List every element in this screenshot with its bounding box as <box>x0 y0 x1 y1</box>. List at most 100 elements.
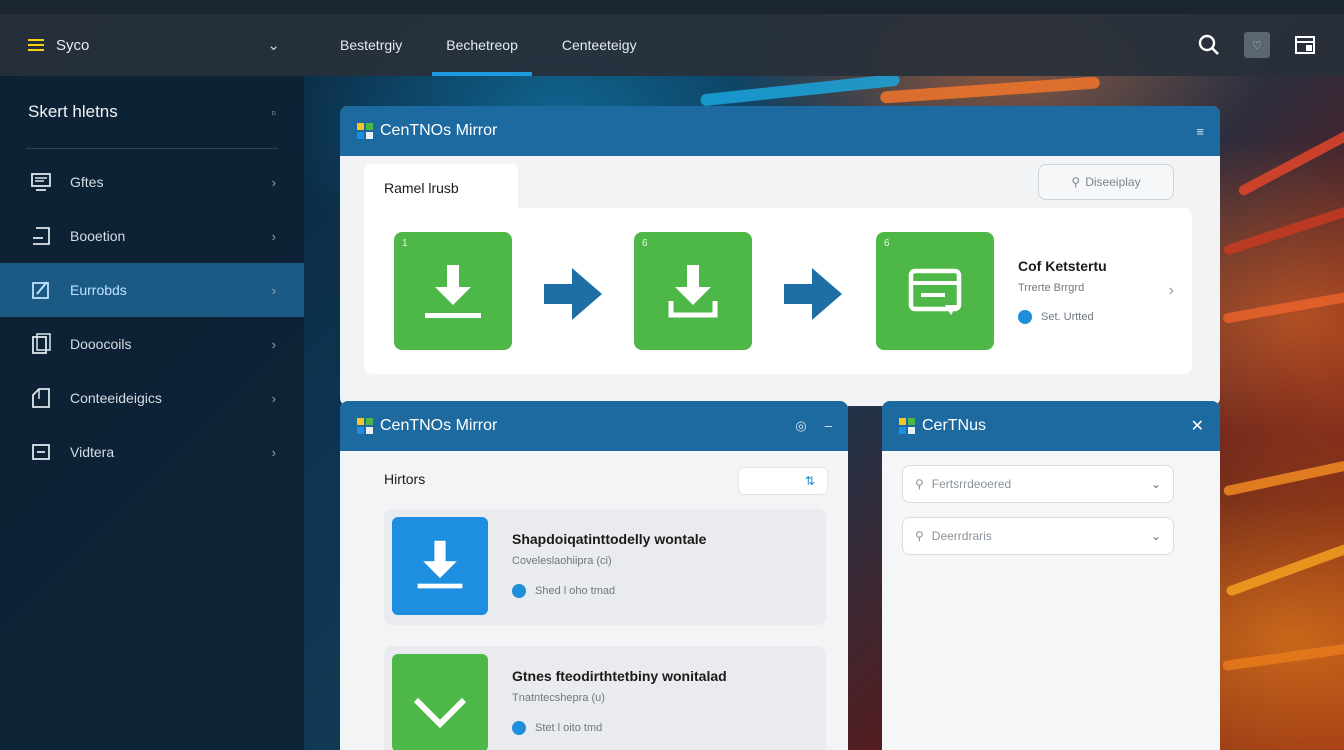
panel-header: CenTNOs Mirror ◎ – <box>340 401 848 451</box>
sidebar-item-label: Gftes <box>70 174 104 190</box>
status-dot-icon <box>1018 310 1032 324</box>
chevron-right-icon[interactable]: › <box>1169 282 1174 300</box>
display-search-button[interactable]: ⚲ Diseeiplay <box>1038 164 1174 200</box>
chevron-right-icon: › <box>271 336 276 352</box>
minimize-icon[interactable]: – <box>825 418 832 434</box>
search-dropdown[interactable]: ⚲ Fertsrrdeoered ⌄ <box>902 465 1174 503</box>
documents-icon <box>30 333 52 355</box>
chevron-down-icon: ⌄ <box>1150 477 1161 491</box>
sidebar-divider <box>26 148 278 149</box>
edit-icon <box>30 279 52 301</box>
hamburger-menu-icon[interactable] <box>28 39 44 51</box>
step-number: 6 <box>884 238 890 249</box>
search-button-label: Diseeiplay <box>1085 175 1141 189</box>
centos-filter-panel: CerTNus ✕ ⚲ Fertsrrdeoered ⌄ ⚲ Deerrdrar… <box>882 401 1220 750</box>
panel-title: CerTNus <box>922 417 987 434</box>
window-icon <box>908 268 962 315</box>
item-status: Shed l oho tmad <box>512 584 615 598</box>
mirror-list-panel: CenTNOs Mirror ◎ – Hirtors ⇅ Shapdoiqati… <box>340 401 848 750</box>
folder-icon <box>30 387 52 409</box>
workflow-step-3[interactable]: 6 <box>876 232 994 350</box>
brand-label: Syco <box>56 36 90 54</box>
sidebar-item-label: Booetion <box>70 228 126 244</box>
final-step-title: Cof Ketstertu <box>1018 258 1107 274</box>
window-top-strip <box>0 0 1344 14</box>
top-navigation-bar: Syco ⌄ Bestetrgiy Bechetreop Centeeteigy… <box>0 14 1344 76</box>
item-title: Gtnes fteodirthtetbiny wonitalad <box>512 668 727 684</box>
search-icon[interactable] <box>1196 32 1222 58</box>
list-item[interactable]: Gtnes fteodirthtetbiny wonitalad Tnatnte… <box>384 646 826 750</box>
item-status-text: Stet l oito tmd <box>535 722 603 734</box>
panel-header: CerTNus ✕ <box>882 401 1220 451</box>
nav-tab-label: Bechetreop <box>446 37 518 53</box>
centos-logo-icon <box>357 418 373 434</box>
workflow-step-2[interactable]: 6 <box>634 232 752 350</box>
sidebar-item-conteeideigics[interactable]: Conteeideigics › <box>0 371 304 425</box>
arrow-right-icon <box>544 268 602 320</box>
check-icon <box>413 697 467 729</box>
nav-tab-label: Bestetrgiy <box>340 37 403 53</box>
chevron-right-icon: › <box>271 174 276 190</box>
sidebar: Skert hletns ▫ Gftes › Booetion › Eurrob… <box>0 76 304 750</box>
workflow-step-1[interactable]: 1 <box>394 232 512 350</box>
menu-icon[interactable]: ≡ <box>1196 124 1204 139</box>
chevron-right-icon: › <box>271 444 276 460</box>
chevron-right-icon: › <box>271 282 276 298</box>
dropdown-placeholder: Fertsrrdeoered <box>931 477 1012 491</box>
search-icon: ⚲ <box>1071 175 1081 189</box>
step-number: 6 <box>642 238 648 249</box>
centos-logo-icon <box>357 123 373 139</box>
chevron-right-icon: › <box>271 390 276 406</box>
nav-tabs: Bestetrgiy Bechetreop Centeeteigy <box>326 14 667 76</box>
item-subtitle: Coveleslaohiipra (ci) <box>512 555 612 567</box>
chevron-down-icon[interactable]: ⌄ <box>267 36 280 54</box>
nav-tab[interactable]: Centeeteigy <box>548 14 651 76</box>
sidebar-item-dooocoils[interactable]: Dooocoils › <box>0 317 304 371</box>
top-icons: ♡ <box>1196 32 1318 58</box>
profile-icon[interactable]: ♡ <box>1244 32 1270 58</box>
arrow-right-icon <box>784 268 842 320</box>
nav-tab-active[interactable]: Bechetreop <box>432 14 532 76</box>
download-icon <box>668 265 718 318</box>
section-title: Hirtors <box>384 471 426 487</box>
download-icon <box>417 540 463 589</box>
collapse-icon[interactable]: ▫ <box>271 105 276 120</box>
sidebar-item-label: Vidtera <box>70 444 115 460</box>
sidebar-item-label: Conteeideigics <box>70 390 162 406</box>
nav-tab[interactable]: Bestetrgiy <box>326 14 416 76</box>
item-status: Stet l oito tmd <box>512 721 602 735</box>
list-item[interactable]: Shapdoiqatinttodelly wontale Coveleslaoh… <box>384 509 826 625</box>
layout-icon[interactable] <box>1292 32 1318 58</box>
final-step-subtitle: Trrerte Brrgrd <box>1018 282 1085 294</box>
download-icon <box>425 265 481 318</box>
sidebar-title: Skert hletns <box>28 102 118 121</box>
sidebar-item-eurrobds[interactable]: Eurrobds › <box>0 263 304 317</box>
filter-button[interactable]: ⇅ <box>738 467 828 495</box>
item-subtitle: Tnatntecshepra (u) <box>512 692 605 704</box>
centos-logo-icon <box>899 418 915 434</box>
dropdown-placeholder: Deerrdraris <box>931 529 992 543</box>
panel-header: CenTNOs Mirror ≡ <box>340 106 1220 156</box>
tab-active[interactable]: Ramel lrusb <box>364 164 518 212</box>
panel-title: CenTNOs Mirror <box>380 122 498 139</box>
brand-selector[interactable]: Syco ⌄ <box>0 14 304 76</box>
sidebar-item-label: Eurrobds <box>70 282 127 298</box>
chevron-down-icon: ⌄ <box>1150 529 1161 543</box>
tab-label: Ramel lrusb <box>384 180 459 196</box>
sidebar-item-label: Dooocoils <box>70 336 132 352</box>
chevron-right-icon: › <box>271 228 276 244</box>
sidebar-item-gftes[interactable]: Gftes › <box>0 155 304 209</box>
final-step-status: Set. Urtted <box>1018 310 1094 324</box>
import-icon <box>30 225 52 247</box>
status-dot-icon <box>512 584 526 598</box>
item-title: Shapdoiqatinttodelly wontale <box>512 531 707 547</box>
sidebar-item-booetion[interactable]: Booetion › <box>0 209 304 263</box>
status-dot-icon <box>512 721 526 735</box>
close-icon[interactable]: ✕ <box>1191 416 1204 436</box>
monitor-icon <box>30 171 52 193</box>
nav-tab-label: Centeeteigy <box>561 37 637 53</box>
sidebar-item-vidtera[interactable]: Vidtera › <box>0 425 304 479</box>
search-dropdown[interactable]: ⚲ Deerrdraris ⌄ <box>902 517 1174 555</box>
panel-title: CenTNOs Mirror <box>380 417 498 434</box>
settings-icon[interactable]: ◎ <box>795 418 806 434</box>
